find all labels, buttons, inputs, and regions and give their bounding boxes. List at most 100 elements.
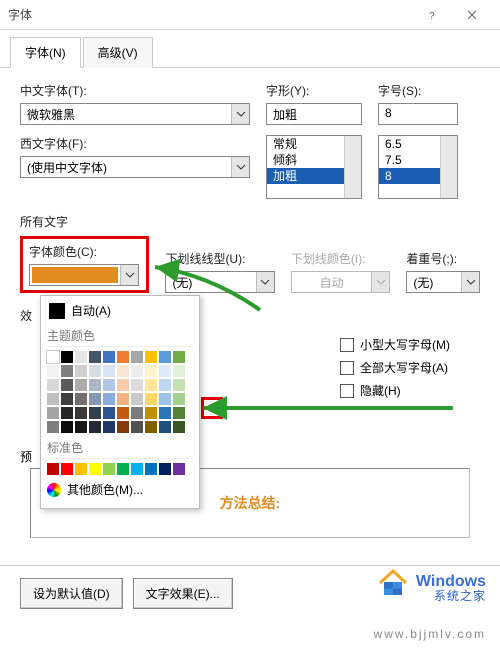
set-default-button[interactable]: 设为默认值(D) — [20, 578, 123, 609]
color-swatch[interactable] — [159, 393, 171, 405]
color-swatch[interactable] — [103, 365, 115, 377]
color-swatch[interactable] — [117, 351, 129, 363]
color-swatch[interactable] — [159, 463, 171, 475]
color-swatch[interactable] — [145, 463, 157, 475]
color-swatch[interactable] — [75, 421, 87, 433]
color-swatch[interactable] — [173, 407, 185, 419]
color-swatch[interactable] — [131, 421, 143, 433]
selected-color-highlight — [201, 397, 223, 419]
help-button[interactable]: ? — [412, 1, 452, 29]
style-input[interactable]: 加粗 — [266, 103, 362, 125]
style-listbox[interactable]: 常规 倾斜 加粗 — [266, 135, 362, 199]
color-swatch[interactable] — [173, 393, 185, 405]
emphasis-combo[interactable]: (无) — [406, 271, 480, 293]
color-swatch[interactable] — [117, 463, 129, 475]
color-swatch[interactable] — [173, 379, 185, 391]
color-swatch[interactable] — [61, 365, 73, 377]
color-swatch[interactable] — [47, 421, 59, 433]
color-swatch[interactable] — [173, 463, 185, 475]
color-swatch[interactable] — [89, 407, 101, 419]
color-swatch[interactable] — [61, 421, 73, 433]
size-listbox[interactable]: 6.5 7.5 8 — [378, 135, 458, 199]
color-swatch[interactable] — [145, 421, 157, 433]
color-swatch[interactable] — [61, 393, 73, 405]
color-swatch[interactable] — [159, 379, 171, 391]
checkbox-hidden[interactable]: 隐藏(H) — [340, 382, 450, 399]
color-swatch[interactable] — [47, 379, 59, 391]
checkbox-all-caps[interactable]: 全部大写字母(A) — [340, 359, 450, 376]
color-swatch[interactable] — [89, 421, 101, 433]
west-font-label: 西文字体(F): — [20, 135, 250, 152]
underline-color-combo: 自动 — [291, 271, 391, 293]
color-swatch[interactable] — [47, 393, 59, 405]
chevron-down-icon — [256, 272, 274, 292]
color-swatch[interactable] — [89, 379, 101, 391]
checkbox-small-caps[interactable]: 小型大写字母(M) — [340, 336, 450, 353]
color-swatch[interactable] — [75, 379, 87, 391]
tab-font[interactable]: 字体(N) — [10, 37, 81, 68]
color-swatch[interactable] — [47, 365, 59, 377]
color-swatch[interactable] — [159, 421, 171, 433]
color-swatch[interactable] — [131, 379, 143, 391]
color-swatch[interactable] — [131, 463, 143, 475]
color-swatch[interactable] — [47, 407, 59, 419]
color-swatch[interactable] — [103, 407, 115, 419]
underline-style-combo[interactable]: (无) — [165, 271, 274, 293]
color-swatch[interactable] — [61, 379, 73, 391]
color-swatch[interactable] — [61, 463, 73, 475]
color-swatch[interactable] — [75, 351, 87, 363]
color-swatch[interactable] — [159, 351, 171, 363]
west-font-combo[interactable]: (使用中文字体) — [20, 156, 250, 178]
color-swatch[interactable] — [89, 393, 101, 405]
color-swatch[interactable] — [75, 365, 87, 377]
color-swatch[interactable] — [117, 379, 129, 391]
color-swatch[interactable] — [103, 379, 115, 391]
preview-text: 方法总结: — [220, 493, 281, 513]
size-input[interactable]: 8 — [378, 103, 458, 125]
color-swatch[interactable] — [117, 421, 129, 433]
color-swatch[interactable] — [103, 463, 115, 475]
color-swatch[interactable] — [103, 351, 115, 363]
color-swatch[interactable] — [103, 421, 115, 433]
scrollbar[interactable] — [440, 136, 457, 198]
color-swatch[interactable] — [131, 393, 143, 405]
color-swatch[interactable] — [89, 365, 101, 377]
color-swatch[interactable] — [61, 407, 73, 419]
underline-style-label: 下划线线型(U): — [165, 250, 274, 267]
color-swatch[interactable] — [145, 351, 157, 363]
color-swatch[interactable] — [173, 365, 185, 377]
color-swatch[interactable] — [159, 407, 171, 419]
color-swatch[interactable] — [89, 351, 101, 363]
color-swatch[interactable] — [103, 393, 115, 405]
color-swatch[interactable] — [47, 351, 59, 363]
color-swatch[interactable] — [131, 365, 143, 377]
color-swatch[interactable] — [131, 407, 143, 419]
color-swatch[interactable] — [117, 407, 129, 419]
color-swatch[interactable] — [117, 393, 129, 405]
color-swatch[interactable] — [75, 393, 87, 405]
color-swatch[interactable] — [75, 463, 87, 475]
color-swatch[interactable] — [117, 365, 129, 377]
text-effects-button[interactable]: 文字效果(E)... — [133, 578, 233, 609]
color-swatch[interactable] — [173, 351, 185, 363]
color-swatch[interactable] — [61, 351, 73, 363]
more-colors-item[interactable]: 其他颜色(M)... — [47, 481, 193, 498]
auto-color-item[interactable]: 自动(A) — [47, 300, 193, 325]
close-button[interactable] — [452, 1, 492, 29]
color-swatch[interactable] — [173, 421, 185, 433]
color-swatch[interactable] — [145, 407, 157, 419]
font-color-combo[interactable] — [29, 264, 139, 286]
chevron-down-icon — [371, 272, 389, 292]
cn-font-combo[interactable]: 微软雅黑 — [20, 103, 250, 125]
color-swatch[interactable] — [131, 351, 143, 363]
color-swatch[interactable] — [145, 393, 157, 405]
color-swatch[interactable] — [89, 463, 101, 475]
color-swatch[interactable] — [159, 365, 171, 377]
color-swatch[interactable] — [47, 463, 59, 475]
color-swatch[interactable] — [75, 407, 87, 419]
scrollbar[interactable] — [344, 136, 361, 198]
color-swatch[interactable] — [145, 379, 157, 391]
color-swatch[interactable] — [145, 365, 157, 377]
tab-advanced[interactable]: 高级(V) — [83, 37, 153, 68]
watermark-sub: 系统之家 — [434, 587, 486, 604]
